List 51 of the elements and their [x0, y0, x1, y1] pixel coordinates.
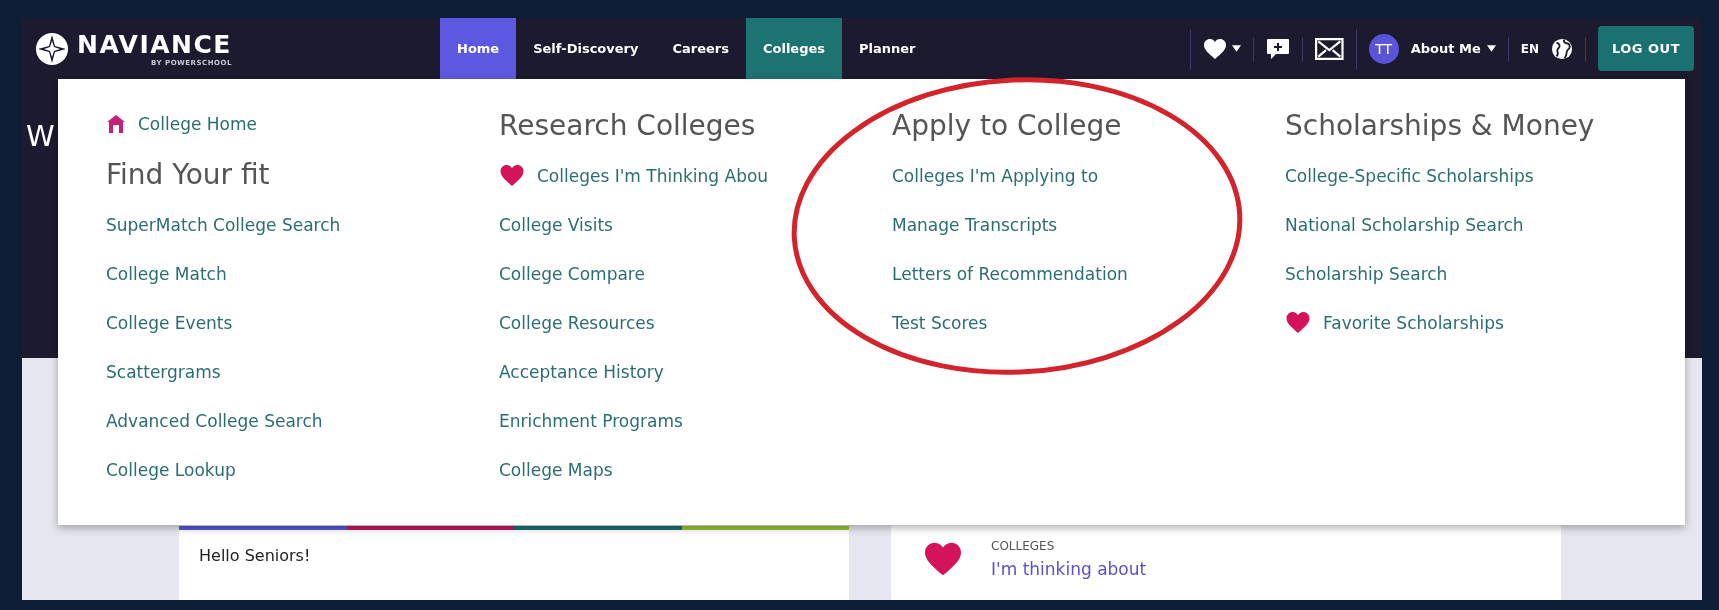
menu-link[interactable]: College Maps [499, 459, 613, 480]
favorites-heart-icon [1203, 37, 1228, 60]
menu-link[interactable]: Acceptance History [499, 361, 664, 382]
menu-link[interactable]: Favorite Scholarships [1285, 311, 1504, 334]
nav-tab[interactable]: Colleges [745, 18, 843, 79]
nav-tab[interactable]: Home [440, 18, 517, 79]
nav-tab[interactable]: Self-Discovery [516, 18, 656, 79]
about-me-menu[interactable]: About Me [1410, 41, 1496, 56]
user-avatar[interactable]: TT [1368, 33, 1399, 64]
nav-tab[interactable]: Careers [655, 18, 746, 79]
menu-link[interactable]: College-Specific Scholarships [1285, 165, 1534, 186]
menu-heading: Apply to College [892, 108, 1122, 142]
card-text: Hello Seniors! [179, 530, 849, 600]
menu-link[interactable]: College Compare [499, 263, 645, 284]
heart-icon [923, 541, 963, 577]
menu-link[interactable]: Manage Transcripts [892, 214, 1058, 235]
card-link[interactable]: I'm thinking about [991, 559, 1147, 579]
home-icon [106, 113, 126, 134]
menu-link[interactable]: Scholarship Search [1285, 263, 1448, 284]
menu-link[interactable]: National Scholarship Search [1285, 214, 1524, 235]
logout-button[interactable]: LOG OUT [1597, 26, 1694, 71]
menu-link[interactable]: College Lookup [106, 459, 236, 480]
menu-link[interactable]: Letters of Recommendation [892, 263, 1128, 284]
language-label[interactable]: EN [1520, 41, 1539, 56]
menu-link[interactable]: Advanced College Search [106, 410, 323, 431]
menu-link[interactable]: SuperMatch College Search [106, 214, 341, 235]
menu-link[interactable]: Colleges I'm Applying to [892, 165, 1099, 186]
menu-link[interactable]: College Resources [499, 312, 655, 333]
globe-icon[interactable] [1550, 37, 1573, 60]
chat-icon[interactable] [1266, 37, 1291, 60]
nav-tab[interactable]: Planner [842, 18, 933, 79]
card-category: COLLEGES [991, 539, 1056, 553]
menu-heading: Find Your fit [106, 157, 270, 191]
menu-link[interactable]: College Match [106, 263, 227, 284]
menu-link[interactable]: College Events [106, 312, 233, 333]
heart-icon [499, 164, 525, 187]
mail-icon[interactable] [1315, 37, 1344, 60]
menu-link[interactable]: College Home [106, 113, 258, 134]
menu-link[interactable]: Test Scores [892, 312, 988, 333]
compass-logo-icon [35, 31, 69, 66]
heart-icon [1285, 311, 1311, 334]
brand-name: NAVIANCE [77, 30, 232, 59]
menu-link[interactable]: Scattergrams [106, 361, 221, 382]
menu-link[interactable]: Enrichment Programs [499, 410, 683, 431]
menu-link[interactable]: Colleges I'm Thinking Abou [499, 164, 769, 187]
caret-icon [1232, 45, 1242, 52]
menu-heading: Scholarships & Money [1285, 108, 1595, 142]
caret-icon [1486, 45, 1496, 52]
menu-link[interactable]: College Visits [499, 214, 613, 235]
page-heading: W [26, 119, 55, 153]
menu-heading: Research Colleges [499, 108, 756, 142]
